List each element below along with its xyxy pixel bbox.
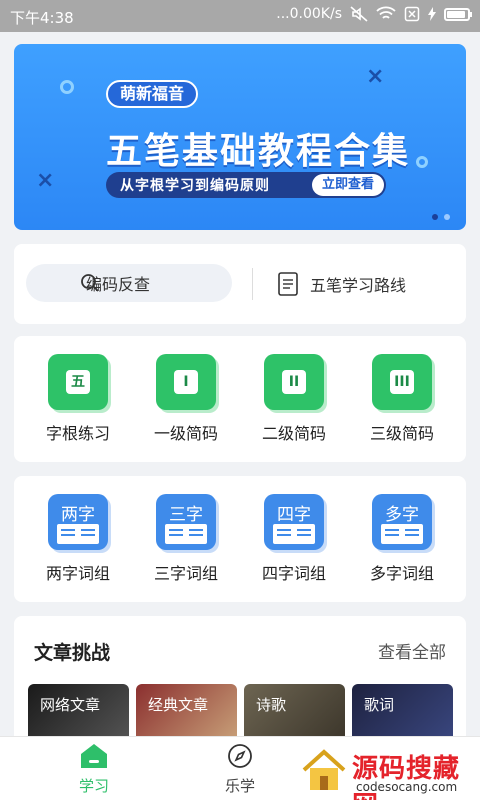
decor-ring: [416, 156, 428, 168]
document-icon: [278, 272, 298, 296]
grid-label: 多字词组: [369, 564, 434, 583]
banner-title: 五笔基础教程合集: [106, 131, 411, 172]
wifi-icon: [376, 6, 396, 19]
grid-label: 三字词组: [153, 564, 218, 583]
watermark-url: codesocang.com: [356, 780, 458, 794]
tab-label: 乐学: [224, 777, 255, 795]
book-icon: 三字: [156, 494, 216, 550]
search-icon: [81, 274, 99, 292]
compass-icon: [228, 744, 252, 768]
code-lookup-button[interactable]: 编码反查: [26, 264, 232, 302]
level-2-icon: II: [264, 354, 324, 410]
divider: [252, 268, 253, 300]
promo-banner[interactable]: × × 萌新福音 五笔基础教程合集 从字根学习到编码原则 立即查看: [14, 44, 466, 230]
banner-subtitle: 从字根学习到编码原则: [120, 178, 270, 194]
article-challenge-card: 文章挑战 查看全部 网络文章 经典文章 诗歌 歌词: [14, 616, 466, 746]
no-sim-icon: [404, 6, 420, 22]
grid-label: 字根练习: [45, 424, 110, 443]
words-grid: 两字 两字词组 三字 三字词组 四字 四字词组 多字 多字词组: [14, 476, 466, 584]
article-tile[interactable]: 经典文章: [136, 684, 237, 744]
status-icons: ...0.00K/s: [276, 6, 472, 22]
mute-icon: [350, 6, 368, 22]
banner-pager: [432, 214, 450, 220]
learning-route-button[interactable]: 五笔学习路线: [278, 268, 406, 300]
grid-label: 四字词组: [261, 564, 326, 583]
tools-card: 编码反查 五笔学习路线: [14, 244, 466, 324]
practice-radicals[interactable]: 五 字根练习: [28, 354, 128, 444]
grid-label: 两字词组: [45, 564, 110, 583]
battery-icon: [444, 7, 472, 21]
level-3-icon: III: [372, 354, 432, 410]
grid-label: 三级简码: [369, 424, 434, 443]
words-card: 两字 两字词组 三字 三字词组 四字 四字词组 多字 多字词组: [14, 476, 466, 602]
home-icon: [81, 744, 107, 768]
banner-tag: 萌新福音: [106, 80, 199, 108]
practice-grid: 五 字根练习 I 一级简码 II 二级简码 III 三级简码: [14, 336, 466, 444]
section-title: 文章挑战: [34, 642, 111, 664]
practice-level-3[interactable]: III 三级简码: [352, 354, 452, 444]
status-bar: 下午4:38 ...0.00K/s: [0, 0, 480, 32]
practice-card: 五 字根练习 I 一级简码 II 二级简码 III 三级简码: [14, 336, 466, 462]
grid-label: 一级简码: [153, 424, 218, 443]
tab-learn[interactable]: 学习: [54, 743, 134, 796]
grid-label: 二级简码: [261, 424, 326, 443]
battery-level: [447, 10, 465, 18]
article-tile[interactable]: 网络文章: [28, 684, 129, 744]
book-icon: 多字: [372, 494, 432, 550]
view-now-button[interactable]: 立即查看: [311, 174, 384, 196]
tab-label: 学习: [78, 777, 109, 795]
banner-subtitle-bar: 从字根学习到编码原则 立即查看: [106, 172, 386, 198]
pager-dot: [444, 214, 450, 220]
words-four-char[interactable]: 四字 四字词组: [244, 494, 344, 584]
watermark: 源码搜藏网 codesocang.com: [300, 744, 476, 800]
article-tile[interactable]: 诗歌: [244, 684, 345, 744]
book-icon: 两字: [48, 494, 108, 550]
view-all-link[interactable]: 查看全部: [378, 638, 446, 663]
practice-level-2[interactable]: II 二级简码: [244, 354, 344, 444]
tab-fun[interactable]: 乐学: [200, 743, 280, 796]
article-tiles: 网络文章 经典文章 诗歌 歌词: [28, 684, 453, 744]
words-three-char[interactable]: 三字 三字词组: [136, 494, 236, 584]
decor-cross-icon: ×: [36, 168, 55, 193]
status-time: 下午4:38: [10, 9, 74, 27]
house-logo-icon: [302, 749, 346, 790]
decor-ring: [60, 80, 74, 94]
practice-level-1[interactable]: I 一级简码: [136, 354, 236, 444]
charging-icon: [428, 7, 436, 21]
article-tile[interactable]: 歌词: [352, 684, 453, 744]
words-multi-char[interactable]: 多字 多字词组: [352, 494, 452, 584]
level-1-icon: I: [156, 354, 216, 410]
decor-cross-icon: ×: [366, 64, 385, 89]
radicals-icon: 五: [48, 354, 108, 410]
learning-route-label: 五笔学习路线: [310, 276, 407, 295]
network-speed: ...0.00K/s: [276, 6, 342, 22]
book-icon: 四字: [264, 494, 324, 550]
words-two-char[interactable]: 两字 两字词组: [28, 494, 128, 584]
pager-dot: [432, 214, 438, 220]
